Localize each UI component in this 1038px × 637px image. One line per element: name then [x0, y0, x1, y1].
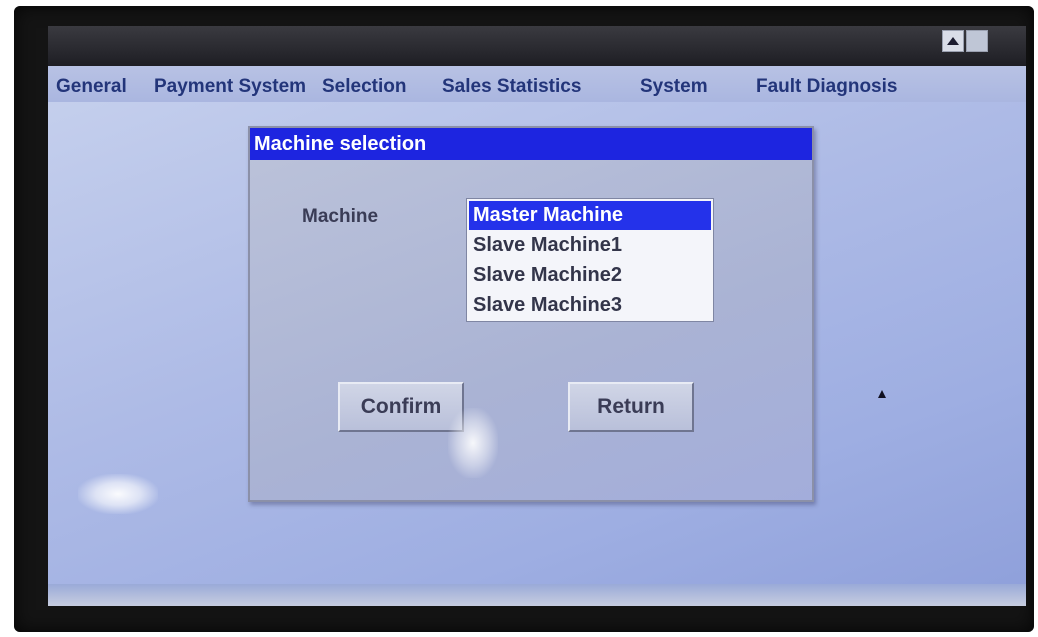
triangle-up-icon[interactable]: [942, 30, 964, 52]
menu-item-fault-diagnosis[interactable]: Fault Diagnosis: [756, 76, 897, 98]
menu-item-general[interactable]: General: [56, 76, 127, 98]
list-item-master-machine[interactable]: Master Machine: [469, 201, 711, 230]
list-item-slave-machine3[interactable]: Slave Machine3: [469, 291, 711, 320]
window-titlebar: [48, 26, 1026, 66]
return-button[interactable]: Return: [568, 382, 694, 432]
menu-item-payment-system[interactable]: Payment System: [154, 76, 306, 98]
list-item-slave-machine1[interactable]: Slave Machine1: [469, 231, 711, 260]
confirm-button[interactable]: Confirm: [338, 382, 464, 432]
square-icon[interactable]: [966, 30, 988, 52]
machine-listbox[interactable]: Master Machine Slave Machine1 Slave Mach…: [466, 198, 714, 322]
dialog-title: Machine selection: [250, 128, 812, 160]
machine-selection-dialog: Machine selection Machine Master Machine…: [248, 126, 814, 502]
menu-item-sales-statistics[interactable]: Sales Statistics: [442, 76, 581, 98]
menu-item-selection[interactable]: Selection: [322, 76, 406, 98]
pointer-icon: [878, 390, 886, 398]
screen-glare: [78, 474, 158, 514]
photo-background: General Payment System Selection Sales S…: [0, 0, 1038, 637]
list-item-slave-machine2[interactable]: Slave Machine2: [469, 261, 711, 290]
screen-bottom-strip: [48, 584, 1026, 606]
menu-item-system[interactable]: System: [640, 76, 708, 98]
menu-bar: General Payment System Selection Sales S…: [48, 66, 1026, 102]
machine-label: Machine: [302, 206, 379, 227]
screen-glare-center: [448, 408, 498, 478]
touch-screen: General Payment System Selection Sales S…: [48, 26, 1026, 606]
